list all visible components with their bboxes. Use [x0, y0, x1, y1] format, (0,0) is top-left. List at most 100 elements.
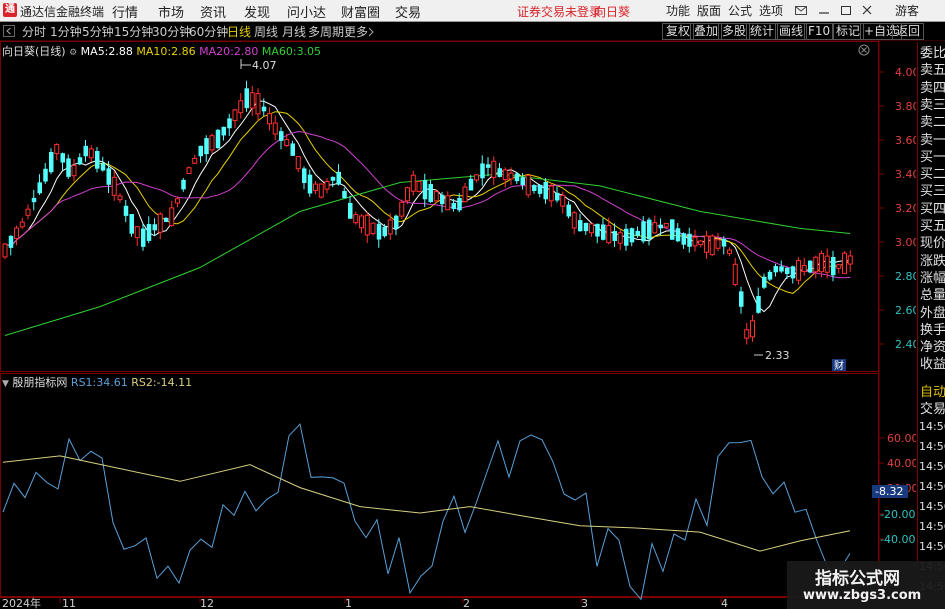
login-warning[interactable]: 证券交易未登录 — [517, 3, 601, 20]
candle-body — [727, 249, 732, 255]
side-lower-item-0[interactable]: 自动 — [920, 384, 945, 402]
candlestick — [790, 265, 796, 284]
candlestick — [468, 174, 474, 191]
candle-body — [71, 164, 77, 177]
candlestick — [491, 156, 497, 186]
ma20-value: 2.80 — [233, 45, 259, 58]
chart-close-icon[interactable] — [858, 44, 870, 56]
menu-wenxiaoda[interactable]: 问小达 — [287, 2, 326, 21]
candle-body — [824, 255, 830, 273]
side-item-6: 买一 — [920, 149, 945, 165]
candle-body — [227, 118, 232, 129]
watermark-url: www.zbgs3.com — [803, 588, 922, 603]
period-5min[interactable]: 5分钟 — [82, 23, 114, 40]
candle-body — [709, 235, 715, 256]
menu-faxian[interactable]: 发现 — [244, 2, 270, 21]
candle-body — [583, 222, 589, 232]
period-weekly[interactable]: 周线 — [254, 23, 278, 40]
candle-body — [532, 185, 537, 191]
main-chart-grid — [879, 71, 884, 345]
candlestick — [709, 234, 715, 257]
menu-gongshi[interactable]: 公式 — [728, 2, 752, 19]
candle-body — [336, 171, 341, 185]
period-more[interactable]: 更多 — [344, 23, 368, 40]
finance-badge[interactable]: 财 — [834, 359, 844, 372]
indicator-chevron-icon[interactable]: ▼ — [2, 379, 9, 389]
period-fenshi[interactable]: 分时 — [22, 23, 46, 40]
envelope-icon[interactable] — [795, 4, 807, 16]
ma5-label: MA5: — [80, 45, 109, 58]
candlestick — [698, 239, 704, 248]
period-1min[interactable]: 1分钟 — [50, 23, 82, 40]
menu-shichang[interactable]: 市场 — [158, 2, 184, 21]
f10-button[interactable]: F10 — [804, 23, 835, 40]
maximize-icon[interactable] — [840, 3, 852, 17]
candlestick — [95, 147, 100, 173]
candlestick — [847, 250, 853, 272]
quote-side-panel: 委比 卖五 卖四 卖三 卖二 卖一 买一 买二 买三 买四 买五 现价 涨跌 涨幅 总量 外盘 换手 净资 收益 自动… — [917, 42, 945, 609]
kline-chart[interactable]: 4.00 3.80 3.60 3.40 3.20 3.00 2.80 2.60 … — [0, 41, 916, 609]
huaxian-button[interactable]: 画线 — [775, 23, 808, 40]
candle-body — [555, 192, 560, 201]
minimize-icon[interactable] — [818, 3, 830, 17]
menu-hangqing[interactable]: 行情 — [112, 2, 138, 21]
menu-caifuquan[interactable]: 财富圈 — [341, 2, 380, 21]
side-lower-item-1[interactable]: 交易 — [920, 401, 945, 419]
candlestick — [704, 231, 709, 259]
candlestick — [83, 140, 88, 162]
period-monthly[interactable]: 月线 — [282, 23, 306, 40]
candlestick — [595, 223, 600, 244]
menu-zixun[interactable]: 资讯 — [200, 2, 226, 21]
candle-body — [221, 126, 226, 136]
candle-body — [129, 214, 134, 234]
candle-body — [732, 263, 738, 285]
candle-body — [624, 228, 629, 246]
candlestick — [370, 222, 376, 236]
period-15min[interactable]: 15分钟 — [114, 23, 153, 40]
candlestick — [198, 145, 203, 163]
candle-body — [307, 174, 313, 194]
ind-tick-40: 40.00 — [887, 457, 916, 470]
settings-gear-icon[interactable]: ⚙ — [69, 48, 77, 58]
menu-banmian[interactable]: 版面 — [697, 2, 721, 19]
candlestick — [732, 257, 738, 287]
candlestick — [100, 156, 106, 172]
candlestick — [19, 217, 25, 229]
candlestick — [54, 143, 60, 161]
candle-body — [198, 145, 203, 157]
side-time-5: 14:56 — [919, 520, 945, 533]
candle-body — [457, 198, 462, 211]
menu-xuanxiang[interactable]: 选项 — [759, 2, 783, 19]
candlestick — [71, 159, 77, 182]
close-icon[interactable] — [861, 3, 873, 17]
menu-gongneng[interactable]: 功能 — [666, 2, 690, 19]
menu-jiaoyi[interactable]: 交易 — [395, 2, 421, 21]
rs1-value: 34.61 — [96, 376, 128, 389]
candlestick — [49, 148, 54, 175]
candlestick — [756, 287, 761, 314]
candle-body — [831, 257, 836, 276]
time-label-4: 4 — [721, 597, 728, 609]
back-button[interactable]: 返回 — [892, 23, 925, 40]
candlestick — [364, 212, 370, 243]
left-arrow-icon[interactable] — [3, 25, 15, 37]
tongji-button[interactable]: 统计 — [746, 23, 779, 40]
indicator-info: ▼ 殷朋指标网 RS1:34.61 RS2:-14.11 — [2, 374, 192, 390]
candle-body — [739, 291, 744, 307]
watermark-title: 指标公式网 — [815, 569, 900, 589]
candle-body — [819, 252, 824, 273]
period-60min[interactable]: 60分钟 — [189, 23, 228, 40]
candlestick — [801, 257, 807, 276]
candlestick — [279, 127, 284, 150]
candlestick — [255, 88, 261, 121]
candlestick — [796, 257, 801, 285]
chevron-right-icon[interactable] — [367, 26, 375, 37]
candlestick — [410, 170, 416, 196]
indicator-title[interactable]: 殷朋指标网 — [12, 376, 67, 389]
period-multi[interactable]: 多周期 — [308, 23, 344, 40]
period-30min[interactable]: 30分钟 — [152, 23, 191, 40]
candlestick — [267, 107, 272, 131]
period-daily[interactable]: 日线 — [227, 23, 251, 40]
candle-body — [773, 266, 778, 273]
guest-login[interactable]: 游客 — [895, 2, 919, 19]
